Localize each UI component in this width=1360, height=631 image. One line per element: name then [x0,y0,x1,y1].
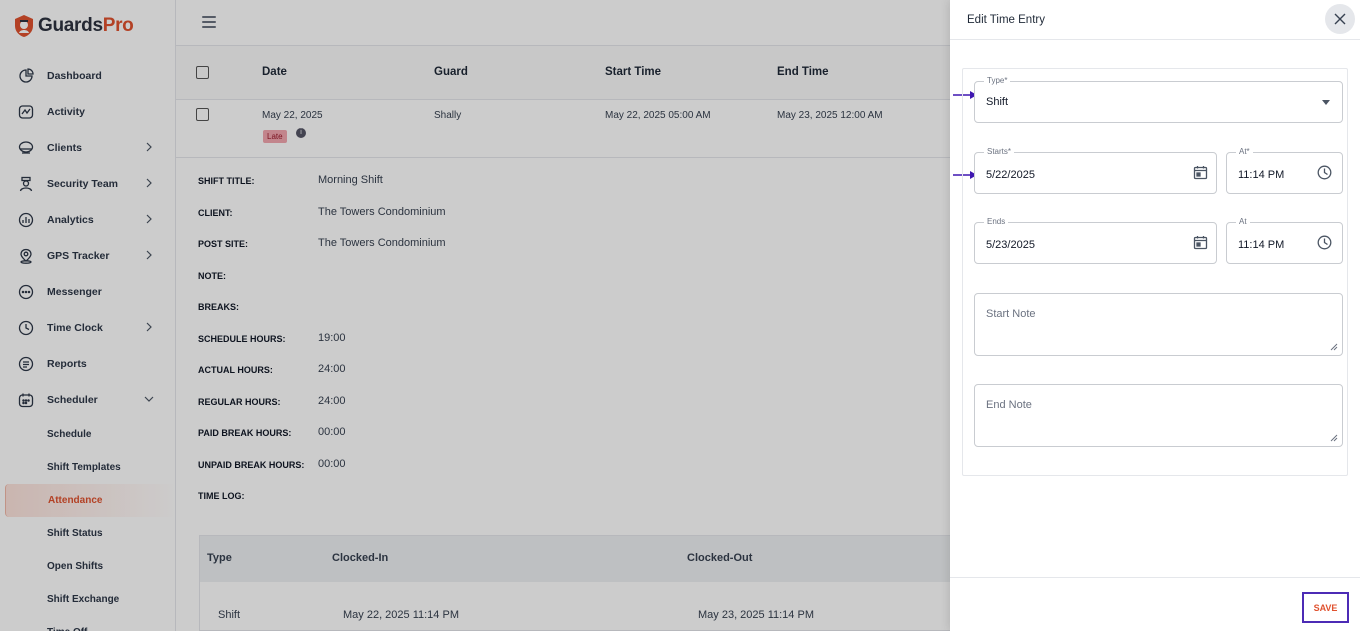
edit-time-entry-panel: Edit Time Entry Type* Shift Starts* 5/22… [950,0,1360,631]
start-note-placeholder: Start Note [986,308,1036,320]
starts-label: Starts* [984,147,1015,156]
end-at-value: 11:14 PM [1238,239,1285,251]
clock-icon[interactable] [1317,165,1332,180]
panel-title: Edit Time Entry [967,14,1045,26]
start-at-value: 11:14 PM [1238,169,1285,181]
end-note-placeholder: End Note [986,399,1032,411]
starts-value: 5/22/2025 [986,169,1035,181]
save-button[interactable]: SAVE [1302,592,1349,623]
time-entry-form: Type* Shift Starts* 5/22/2025 At* 11:14 … [962,68,1348,476]
modal-backdrop[interactable] [0,0,950,631]
type-label: Type* [984,76,1011,85]
close-button[interactable] [1325,4,1355,34]
type-value: Shift [986,96,1009,108]
calendar-icon[interactable] [1193,235,1208,250]
start-at-label: At* [1236,147,1253,156]
end-at-label: At [1236,217,1250,226]
ends-time-field[interactable]: At 11:14 PM [1226,217,1343,264]
panel-header: Edit Time Entry [950,0,1360,40]
clock-icon[interactable] [1317,235,1332,250]
ends-value: 5/23/2025 [986,239,1035,251]
resize-handle-icon[interactable] [1330,434,1338,442]
calendar-icon[interactable] [1193,165,1208,180]
starts-date-field[interactable]: Starts* 5/22/2025 [974,147,1217,194]
resize-handle-icon[interactable] [1330,343,1338,351]
start-note-textarea[interactable]: Start Note [974,293,1343,356]
close-icon [1334,13,1346,25]
starts-time-field[interactable]: At* 11:14 PM [1226,147,1343,194]
type-select[interactable]: Type* Shift [974,76,1343,123]
panel-footer: SAVE [950,577,1360,631]
end-note-textarea[interactable]: End Note [974,384,1343,447]
ends-label: Ends [984,217,1009,226]
ends-date-field[interactable]: Ends 5/23/2025 [974,217,1217,264]
dropdown-arrow-icon [1322,100,1330,105]
